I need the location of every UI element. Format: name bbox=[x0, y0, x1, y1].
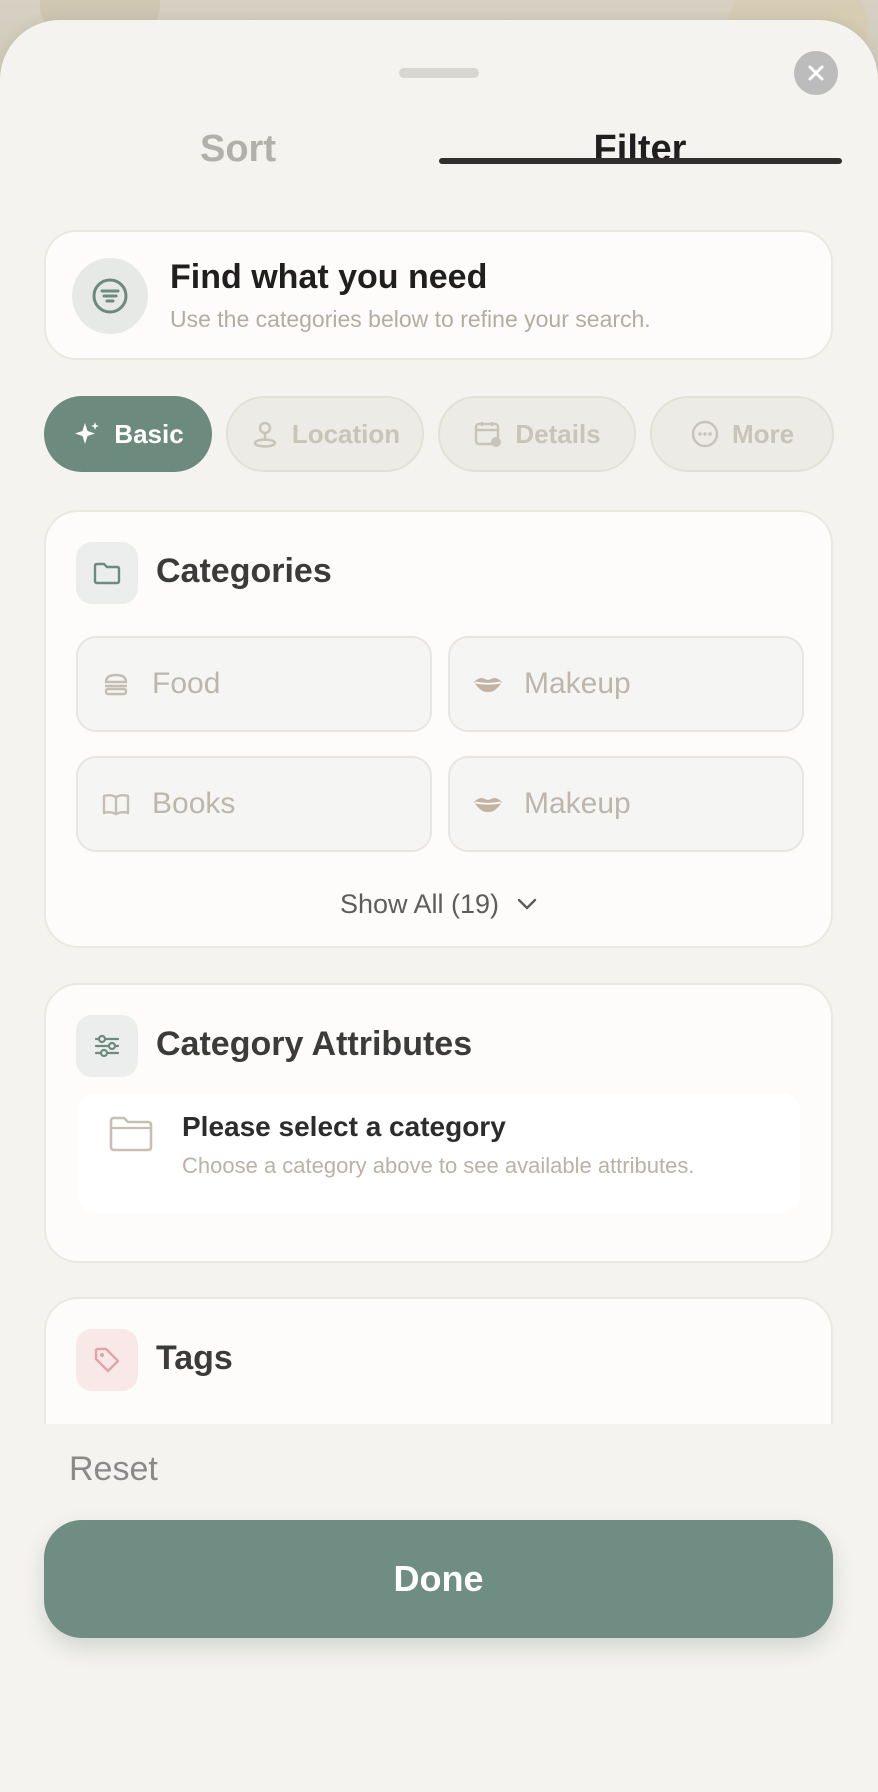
empty-state-title: Please select a category bbox=[182, 1111, 506, 1142]
info-title: Find what you need bbox=[170, 258, 488, 296]
chevron-down-icon bbox=[517, 898, 537, 910]
show-all-categories-button[interactable]: Show All (19) bbox=[46, 884, 835, 924]
filter-chip-row: Basic Location Details More bbox=[44, 396, 834, 472]
chip-location[interactable]: Location bbox=[226, 396, 424, 472]
reset-button[interactable]: Reset bbox=[69, 1450, 158, 1489]
category-option-label: Makeup bbox=[524, 667, 631, 700]
tab-filter[interactable]: Filter bbox=[440, 128, 840, 174]
info-subtitle: Use the categories below to refine your … bbox=[170, 306, 651, 332]
more-dots-icon bbox=[691, 420, 719, 448]
burger-icon bbox=[104, 673, 128, 696]
chip-details-label: Details bbox=[515, 418, 601, 449]
lips-icon bbox=[474, 798, 502, 813]
empty-state-subtitle: Choose a category above to see available… bbox=[182, 1153, 695, 1178]
chip-more[interactable]: More bbox=[650, 396, 834, 472]
folder-icon bbox=[109, 1116, 153, 1152]
chip-basic-label: Basic bbox=[114, 418, 184, 449]
categories-title: Categories bbox=[156, 552, 332, 590]
show-all-label: Show All (19) bbox=[339, 888, 500, 919]
chip-more-label: More bbox=[731, 418, 795, 449]
close-icon bbox=[808, 65, 824, 81]
lips-icon bbox=[474, 678, 502, 693]
done-button[interactable]: Done bbox=[44, 1520, 833, 1638]
chip-location-label: Location bbox=[291, 418, 401, 449]
calendar-icon bbox=[475, 422, 502, 447]
sheet-drag-handle[interactable] bbox=[399, 68, 479, 78]
tags-title: Tags bbox=[156, 1339, 233, 1377]
sheet-footer: Reset Done bbox=[0, 1424, 878, 1792]
category-attributes-card: Category Attributes Please select a cate… bbox=[44, 983, 833, 1263]
sliders-icon bbox=[76, 1015, 138, 1077]
sparkle-icon bbox=[75, 422, 100, 444]
category-option-label: Books bbox=[152, 787, 236, 820]
chip-details[interactable]: Details bbox=[438, 396, 636, 472]
category-attributes-title: Category Attributes bbox=[156, 1025, 473, 1063]
categories-card: Categories Food Makeup Books Makeup Show… bbox=[44, 510, 833, 948]
attributes-empty-state: Please select a category Choose a catego… bbox=[78, 1093, 800, 1213]
active-tab-indicator bbox=[439, 158, 842, 164]
map-pin-icon bbox=[253, 421, 277, 448]
category-option-books[interactable]: Books bbox=[76, 756, 432, 852]
tag-icon bbox=[76, 1329, 138, 1391]
category-option-food[interactable]: Food bbox=[76, 636, 432, 732]
category-option-makeup[interactable]: Makeup bbox=[448, 756, 804, 852]
category-option-label: Makeup bbox=[524, 787, 631, 820]
category-option-label: Food bbox=[152, 667, 221, 700]
category-option-makeup[interactable]: Makeup bbox=[448, 636, 804, 732]
chip-basic[interactable]: Basic bbox=[44, 396, 212, 472]
folder-icon bbox=[76, 542, 138, 604]
close-button[interactable] bbox=[794, 51, 838, 95]
tab-sort[interactable]: Sort bbox=[88, 128, 388, 174]
book-icon bbox=[102, 794, 130, 816]
filter-list-icon bbox=[72, 258, 148, 334]
info-banner: Find what you need Use the categories be… bbox=[44, 230, 833, 360]
